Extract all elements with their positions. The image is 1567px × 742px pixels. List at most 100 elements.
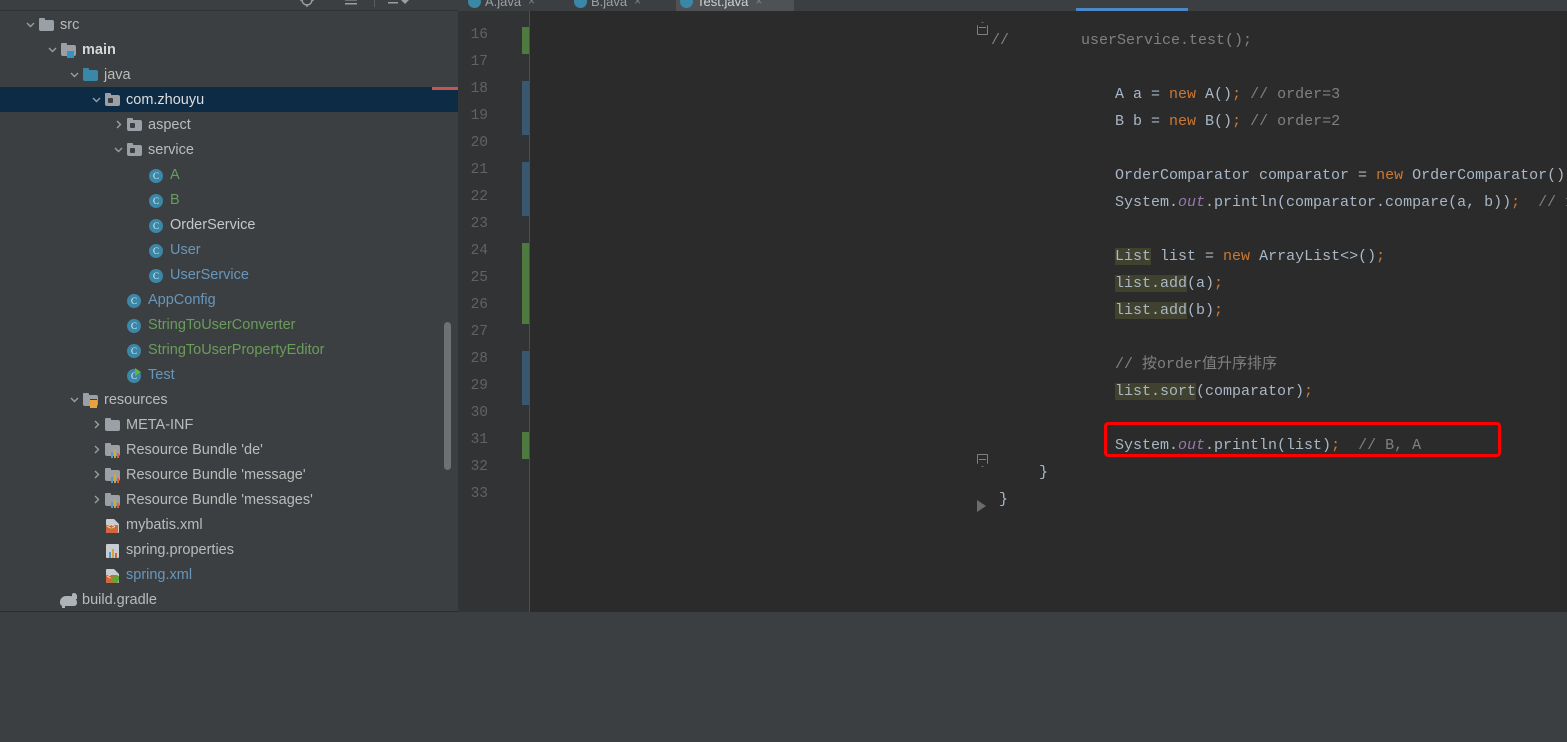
code-editor: A.java × B.java × Test.java × 16 17 18 19 20 21 22 2… (458, 0, 1567, 612)
editor-tab-a-java[interactable]: A.java × (464, 0, 558, 11)
editor-tab-b-java[interactable]: B.java × (570, 0, 664, 11)
chevron-right-icon[interactable] (110, 117, 126, 133)
chevron-down-icon[interactable] (66, 67, 82, 83)
tree-item-userservice[interactable]: C UserService (0, 262, 458, 287)
tree-item-resource-bundle-messages[interactable]: Resource Bundle 'messages' (0, 487, 458, 512)
code-token: // userService.test(); (991, 32, 1253, 49)
vcs-gutter-mod[interactable] (522, 108, 529, 135)
tree-item-meta-inf[interactable]: META-INF (0, 412, 458, 437)
tree-item-resource-bundle-de[interactable]: Resource Bundle 'de' (0, 437, 458, 462)
line-number: 19 (470, 108, 488, 124)
vcs-gutter-mod[interactable] (522, 351, 529, 378)
line-number: 26 (470, 297, 488, 313)
tree-item-label: META-INF (126, 416, 194, 433)
code-content[interactable]: // userService.test(); A a = new A(); // … (991, 11, 1567, 612)
chevron-right-icon[interactable] (88, 492, 104, 508)
tree-item-orderservice[interactable]: C OrderService (0, 212, 458, 237)
tree-item-aspect[interactable]: aspect (0, 112, 458, 137)
tree-item-build-gradle[interactable]: build.gradle (0, 587, 458, 612)
tree-item-resource-bundle-message[interactable]: Resource Bundle 'message' (0, 462, 458, 487)
xml-file-icon: <> (104, 517, 121, 533)
code-fold-icon[interactable] (977, 22, 991, 36)
tab-label: Test.java (697, 0, 749, 9)
tree-item-service[interactable]: service (0, 137, 458, 162)
vcs-gutter-add[interactable] (522, 27, 529, 54)
chevron-right-icon[interactable] (88, 417, 104, 433)
tree-item-label: Resource Bundle 'de' (126, 441, 263, 458)
tree-item-src[interactable]: src (0, 12, 458, 37)
tree-item-resources[interactable]: resources (0, 387, 458, 412)
fold-arrow-icon[interactable] (977, 500, 986, 512)
code-token: = (1205, 248, 1224, 265)
line-number: 24 (470, 243, 488, 259)
line-number: 20 (470, 135, 488, 151)
tree-item-spring-properties[interactable]: spring.properties (0, 537, 458, 562)
tree-item-com-zhouyu[interactable]: com.zhouyu (0, 87, 458, 112)
tree-item-label: aspect (148, 116, 191, 133)
tree-item-a[interactable]: CA (0, 162, 458, 187)
code-fold-icon[interactable] (977, 454, 991, 468)
tree-item-label: mybatis.xml (126, 516, 203, 533)
tree-item-main[interactable]: main (0, 37, 458, 62)
vcs-gutter-add[interactable] (522, 270, 529, 297)
tree-item-mybatis-xml[interactable]: <> mybatis.xml (0, 512, 458, 537)
code-line: list.add(b); (991, 297, 1223, 324)
close-icon[interactable]: × (528, 0, 535, 8)
vcs-gutter-mod[interactable] (522, 378, 529, 405)
editor-tab-test-java[interactable]: Test.java × (676, 0, 794, 11)
tree-item-label: User (170, 241, 201, 258)
code-token: // 按order值升序排序 (1115, 356, 1278, 373)
bundle-icon (104, 492, 121, 508)
code-token: System. (1115, 194, 1179, 211)
tree-item-label: A (170, 166, 180, 183)
chevron-down-icon[interactable] (44, 42, 60, 58)
chevron-down-icon[interactable] (88, 92, 104, 108)
vcs-gutter-mod[interactable] (522, 189, 529, 216)
folder-main-icon (60, 42, 77, 58)
code-token: list.sort (1115, 383, 1197, 400)
folder-gray-icon (104, 417, 121, 433)
editor-tabbar: A.java × B.java × Test.java × (458, 0, 1567, 11)
bundle-icon (104, 467, 121, 483)
editor-gutter[interactable]: 16 17 18 19 20 21 22 23 24 25 26 27 28 29 30 31 32 33 (458, 11, 530, 612)
tree-item-test[interactable]: C Test (0, 362, 458, 387)
code-token: .println(comparator.compare(a, b)) (1205, 194, 1512, 211)
code-token: ; (1214, 302, 1224, 319)
line-number: 27 (470, 324, 488, 340)
class-icon: C (148, 242, 165, 258)
tree-item-stringtouserpropertyeditor[interactable]: C StringToUserPropertyEditor (0, 337, 458, 362)
tree-item-user[interactable]: C User (0, 237, 458, 262)
locate-icon[interactable] (298, 0, 316, 8)
vcs-gutter-mod[interactable] (522, 81, 529, 108)
code-token: new (1169, 86, 1206, 103)
tree-item-stringtouserconverter[interactable]: C StringToUserConverter (0, 312, 458, 337)
vcs-gutter-add[interactable] (522, 243, 529, 270)
code-token: ; (1376, 248, 1386, 265)
code-token: = (1358, 167, 1377, 184)
toolbar-divider (374, 0, 375, 7)
tree-item-appconfig[interactable]: C AppConfig (0, 287, 458, 312)
code-line: OrderComparator comparator = new OrderCo… (991, 162, 1567, 189)
chevron-down-icon[interactable] (66, 392, 82, 408)
chevron-right-icon[interactable] (88, 467, 104, 483)
chevron-down-icon[interactable] (110, 142, 126, 158)
settings-icon[interactable] (396, 0, 414, 8)
line-number: 23 (470, 216, 488, 232)
line-number: 31 (470, 432, 488, 448)
vcs-gutter-mod[interactable] (522, 162, 529, 189)
close-icon[interactable]: × (755, 0, 762, 8)
code-token: } (999, 491, 1009, 508)
java-class-icon (468, 0, 481, 8)
chevron-down-icon[interactable] (22, 17, 38, 33)
chevron-right-icon[interactable] (88, 442, 104, 458)
line-number: 25 (470, 270, 488, 286)
tree-item-b[interactable]: CB (0, 187, 458, 212)
sidebar-scrollbar[interactable] (444, 322, 451, 470)
vcs-gutter-add[interactable] (522, 432, 529, 459)
close-icon[interactable]: × (634, 0, 641, 8)
tree-item-label: service (148, 141, 194, 158)
collapse-all-icon[interactable] (342, 0, 360, 8)
vcs-gutter-add[interactable] (522, 297, 529, 324)
tree-item-spring-xml[interactable]: < spring.xml (0, 562, 458, 587)
tree-item-java[interactable]: java (0, 62, 458, 87)
